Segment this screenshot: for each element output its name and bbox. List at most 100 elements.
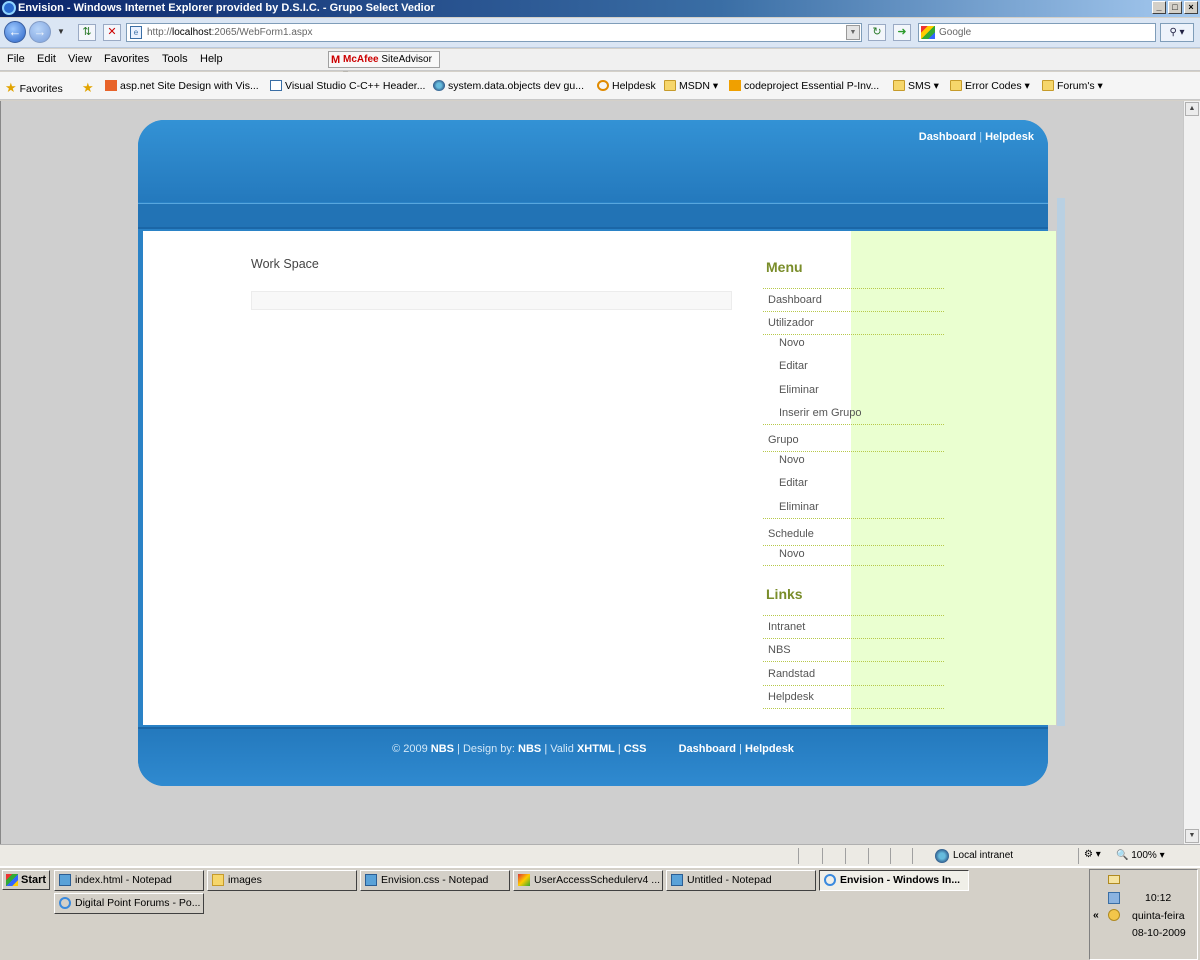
task-digital-point-forums[interactable]: Digital Point Forums - Po... <box>54 893 204 914</box>
sidebar-link-randstad[interactable]: Randstad <box>763 663 944 686</box>
sidebar-item-grupo-eliminar[interactable]: Eliminar <box>763 496 944 519</box>
footer-link-nbs[interactable]: NBS <box>431 743 454 755</box>
favorite-label: asp.net Site Design with Vis... <box>120 80 259 92</box>
favorite-link-codeproject[interactable]: codeproject Essential P-Inv... <box>729 80 879 92</box>
protected-mode-icon[interactable]: ⚙ ▾ <box>1084 849 1101 860</box>
task-index-notepad[interactable]: index.html - Notepad <box>54 870 204 891</box>
sidebar-item-grupo-novo[interactable]: Novo <box>763 449 944 472</box>
favorites-button[interactable]: ★ Favorites <box>5 80 63 96</box>
messenger-icon[interactable] <box>1108 909 1120 921</box>
zoom-control[interactable]: 🔍 100% ▾ <box>1116 848 1165 864</box>
favorite-link-aspnet[interactable]: asp.net Site Design with Vis... <box>105 80 259 92</box>
refresh-icon[interactable]: ↻ <box>868 24 886 41</box>
sidebar-item-utilizador-editar[interactable]: Editar <box>763 355 944 378</box>
favorite-label: SMS <box>908 80 931 92</box>
footer-link-css[interactable]: CSS <box>624 743 647 755</box>
menu-favorites[interactable]: Favorites <box>104 53 149 65</box>
page-title: Work Space <box>251 257 319 271</box>
network-icon[interactable] <box>1108 892 1120 904</box>
sidebar-link-helpdesk[interactable]: Helpdesk <box>763 686 944 709</box>
footer-link-xhtml[interactable]: XHTML <box>577 743 615 755</box>
vertical-scrollbar[interactable]: ▲ ▼ <box>1183 101 1200 844</box>
go-arrow-icon[interactable]: ➜ <box>893 24 911 41</box>
favorite-folder-msdn[interactable]: MSDN ▾ <box>664 80 718 92</box>
favorite-label: Error Codes <box>965 80 1022 92</box>
sidebar-item-dashboard[interactable]: Dashboard <box>763 289 944 312</box>
folder-icon <box>664 80 676 91</box>
task-envision-ie[interactable]: Envision - Windows In... <box>819 870 969 891</box>
address-dropdown-icon[interactable]: ▼ <box>846 25 860 40</box>
clock-date: 08-10-2009 <box>1132 927 1186 939</box>
favorite-folder-forums[interactable]: Forum's ▾ <box>1042 80 1103 92</box>
stop-icon[interactable]: ✕ <box>103 24 121 41</box>
maximize-button[interactable]: □ <box>1168 1 1182 14</box>
sidebar-link-intranet[interactable]: Intranet <box>763 616 944 639</box>
menu-file[interactable]: File <box>7 53 25 65</box>
minimize-button[interactable]: _ <box>1152 1 1166 14</box>
security-zone[interactable]: Local intranet <box>935 848 1013 864</box>
url-prefix: http:// <box>147 27 173 38</box>
task-envision-css-notepad[interactable]: Envision.css - Notepad <box>360 870 510 891</box>
close-button[interactable]: × <box>1184 1 1198 14</box>
windows-taskbar: Start index.html - Notepad images Envisi… <box>0 866 1200 960</box>
footer-link-nbs-design[interactable]: NBS <box>518 743 541 755</box>
favorite-link-helpdesk[interactable]: Helpdesk <box>597 80 656 92</box>
back-button[interactable]: ← <box>4 21 26 43</box>
favorite-link-system-data[interactable]: system.data.objects dev gu... <box>433 80 584 92</box>
windows-logo-icon <box>6 874 18 886</box>
scroll-down-icon[interactable]: ▼ <box>1185 829 1199 843</box>
favorite-link-visual-studio[interactable]: Visual Studio C-C++ Header... <box>270 80 425 92</box>
task-images-folder[interactable]: images <box>207 870 357 891</box>
compatibility-view-icon[interactable]: ⇅ <box>78 24 96 41</box>
menu-edit[interactable]: Edit <box>37 53 56 65</box>
footer-separator: | <box>617 743 621 755</box>
sidebar-link-nbs[interactable]: NBS <box>763 639 944 662</box>
task-label: Untitled - Notepad <box>687 874 772 886</box>
internet-explorer-icon <box>2 1 16 15</box>
header-link-dashboard[interactable]: Dashboard <box>919 131 976 143</box>
site-header: Dashboard | Helpdesk <box>138 120 1048 202</box>
sidebar-item-utilizador-eliminar[interactable]: Eliminar <box>763 379 944 402</box>
mcafee-siteadvisor-button[interactable]: M McAfee SiteAdvisor ▾ <box>328 51 440 80</box>
task-untitled-notepad[interactable]: Untitled - Notepad <box>666 870 816 891</box>
favorite-label: Helpdesk <box>612 80 656 92</box>
task-label: UserAccessSchedulerv4 ... <box>534 874 661 886</box>
header-link-helpdesk[interactable]: Helpdesk <box>985 131 1034 143</box>
show-hidden-icons[interactable]: « <box>1093 909 1099 921</box>
favorite-label: Forum's <box>1057 80 1095 92</box>
menu-view[interactable]: View <box>68 53 92 65</box>
mcafee-brand: McAfee <box>343 54 379 65</box>
sidebar-item-grupo-editar[interactable]: Editar <box>763 472 944 495</box>
address-bar-row: ← → ▼ ⇅ ✕ e http://localhost:2065/WebFor… <box>0 18 1200 48</box>
favorite-label: codeproject Essential P-Inv... <box>744 80 880 92</box>
zone-label: Local intranet <box>953 850 1014 861</box>
search-button[interactable]: ⚲ ▾ <box>1160 23 1194 42</box>
sidebar-item-utilizador-novo[interactable]: Novo <box>763 332 944 355</box>
forward-button[interactable]: → <box>29 21 51 43</box>
favorite-folder-error-codes[interactable]: Error Codes ▾ <box>950 80 1030 92</box>
task-visual-studio[interactable]: UserAccessSchedulerv4 ... <box>513 870 663 891</box>
footer-text: © 2009 NBS | Design by: NBS | Valid XHTM… <box>138 743 1048 755</box>
mail-icon[interactable] <box>1108 875 1120 884</box>
visual-studio-icon <box>518 874 530 886</box>
mcafee-icon: M <box>331 54 341 66</box>
favorite-label: MSDN <box>679 80 710 92</box>
start-button[interactable]: Start <box>2 870 50 890</box>
scroll-up-icon[interactable]: ▲ <box>1185 102 1199 116</box>
add-favorite-icon[interactable]: ★ <box>82 80 94 96</box>
task-label: Envision - Windows In... <box>840 874 961 886</box>
favorite-folder-sms[interactable]: SMS ▾ <box>893 80 939 92</box>
search-input[interactable]: Google <box>918 23 1156 42</box>
ie-page-icon <box>270 80 282 91</box>
globe-icon <box>433 80 445 91</box>
footer-link-dashboard[interactable]: Dashboard <box>679 743 736 755</box>
header-links: Dashboard | Helpdesk <box>918 131 1034 143</box>
menu-tools[interactable]: Tools <box>162 53 188 65</box>
favorite-label: system.data.objects dev gu... <box>448 80 584 92</box>
footer-link-helpdesk[interactable]: Helpdesk <box>745 743 794 755</box>
address-input[interactable]: e http://localhost:2065/WebForm1.aspx ▼ <box>126 23 862 42</box>
menu-help[interactable]: Help <box>200 53 223 65</box>
history-dropdown-icon[interactable]: ▼ <box>52 24 70 41</box>
sidebar-item-inserir-em-grupo[interactable]: Inserir em Grupo <box>763 402 944 425</box>
sidebar-item-schedule-novo[interactable]: Novo <box>763 543 944 566</box>
